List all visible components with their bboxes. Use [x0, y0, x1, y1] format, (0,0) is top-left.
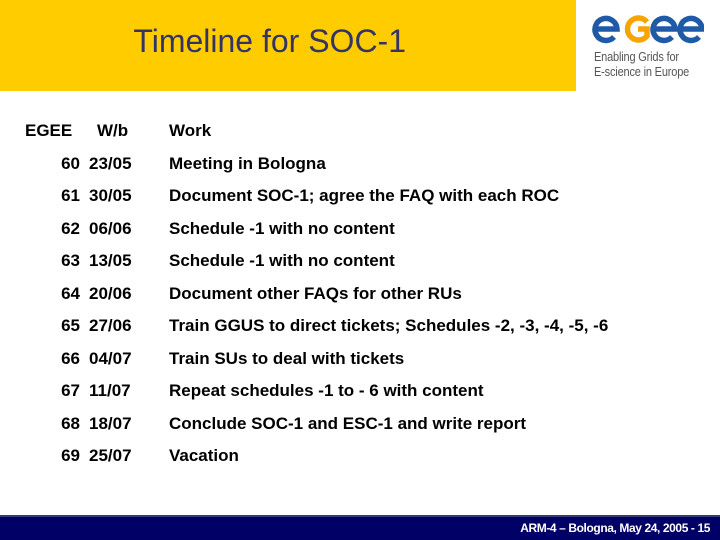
- egee-logo-icon: [592, 15, 704, 44]
- logo-tagline-line2: E-science in Europe: [594, 65, 690, 79]
- logo-tagline: Enabling Grids for E-science in Europe: [594, 50, 689, 80]
- work-item: Train GGUS to direct tickets; Schedules …: [169, 316, 609, 335]
- week-beginning: 20/06: [89, 283, 132, 303]
- work-item: Document other FAQs for other RUs: [169, 283, 462, 303]
- table-row: 62 06/06 Schedule -1 with no content: [0, 219, 720, 252]
- week-beginning: 06/06: [89, 218, 132, 238]
- egee-week: 64: [61, 283, 80, 303]
- table-row: 64 20/06 Document other FAQs for other R…: [0, 284, 720, 317]
- week-beginning: 27/06: [89, 316, 132, 335]
- table-row: 65 27/06 Train GGUS to direct tickets; S…: [0, 316, 720, 349]
- footer-text: ARM-4 – Bologna, May 24, 2005 - 15: [520, 521, 710, 535]
- week-beginning: 11/07: [89, 381, 131, 400]
- egee-week: 65: [61, 316, 80, 335]
- egee-week: 68: [61, 413, 80, 433]
- egee-week: 63: [61, 251, 80, 270]
- week-beginning: 18/07: [89, 413, 132, 433]
- table-row: 61 30/05 Document SOC-1; agree the FAQ w…: [0, 186, 720, 219]
- slide-title: Timeline for SOC-1: [133, 23, 406, 59]
- table-row: 67 11/07 Repeat schedules -1 to - 6 with…: [0, 381, 720, 414]
- egee-week: 61: [61, 186, 80, 205]
- table-row: 69 25/07 Vacation: [0, 446, 720, 479]
- egee-week: 67: [61, 381, 80, 400]
- table-row: 63 13/05 Schedule -1 with no content: [0, 251, 720, 284]
- work-item: Vacation: [169, 446, 239, 465]
- egee-logo: Enabling Grids for E-science in Europe: [592, 14, 712, 84]
- week-beginning: 30/05: [89, 186, 132, 205]
- timeline-table: EGEE W/b Work 60 23/05 Meeting in Bologn…: [0, 121, 720, 479]
- egee-week: 62: [61, 218, 80, 238]
- egee-week: 69: [61, 446, 80, 465]
- logo-tagline-line1: Enabling Grids for: [594, 50, 679, 64]
- column-header-egee: EGEE: [25, 121, 73, 140]
- work-item: Train SUs to deal with tickets: [169, 348, 405, 368]
- work-item: Meeting in Bologna: [169, 153, 326, 173]
- column-header-wb: W/b: [97, 121, 129, 140]
- header-band: Timeline for SOC-1: [0, 0, 576, 91]
- work-item: Repeat schedules -1 to - 6 with content: [169, 381, 484, 400]
- table-header-row: EGEE W/b Work: [0, 121, 720, 154]
- egee-week: 60: [61, 153, 80, 173]
- work-item: Document SOC-1; agree the FAQ with each …: [169, 186, 560, 205]
- table-row: 60 23/05 Meeting in Bologna: [0, 154, 720, 187]
- work-item: Schedule -1 with no content: [169, 218, 395, 238]
- week-beginning: 25/07: [89, 446, 132, 465]
- table-row: 68 18/07 Conclude SOC-1 and ESC-1 and wr…: [0, 414, 720, 447]
- egee-week: 66: [61, 348, 80, 368]
- week-beginning: 23/05: [89, 153, 132, 173]
- footer-bar: ARM-4 – Bologna, May 24, 2005 - 15: [0, 515, 720, 540]
- table-row: 66 04/07 Train SUs to deal with tickets: [0, 349, 720, 382]
- week-beginning: 13/05: [89, 251, 132, 270]
- work-item: Schedule -1 with no content: [169, 251, 395, 270]
- column-header-work: Work: [169, 121, 212, 140]
- week-beginning: 04/07: [89, 348, 132, 368]
- work-item: Conclude SOC-1 and ESC-1 and write repor…: [169, 413, 527, 433]
